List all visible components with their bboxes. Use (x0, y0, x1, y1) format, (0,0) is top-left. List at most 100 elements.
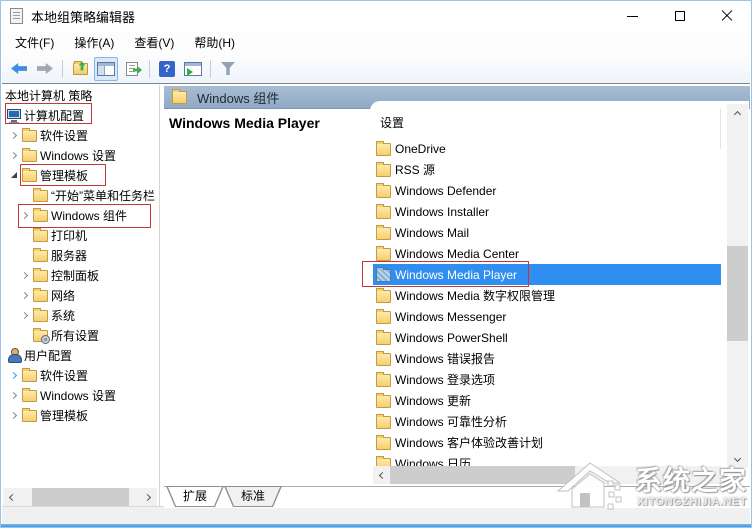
expand-arrow-icon[interactable] (19, 291, 30, 299)
tree-item[interactable]: 管理模板 (2, 405, 159, 425)
view-tab[interactable]: 扩展 (166, 486, 224, 507)
list-item-label: Windows Installer (395, 204, 490, 219)
expand-arrow-icon[interactable] (19, 271, 30, 279)
annotation-box-computer-configuration (5, 103, 92, 124)
list-item[interactable]: Windows 日历 (373, 453, 721, 466)
menu-item[interactable]: 文件(F) (5, 31, 64, 54)
close-button[interactable] (703, 1, 750, 31)
tree-item[interactable]: 控制面板 (2, 265, 159, 285)
maximize-button[interactable] (656, 1, 703, 31)
tree-item[interactable]: Windows 设置 (2, 385, 159, 405)
expand-arrow-icon[interactable] (8, 131, 19, 139)
list-item[interactable]: Windows Media 数字权限管理 (373, 285, 721, 306)
help-button[interactable] (155, 57, 179, 81)
menu-item[interactable]: 帮助(H) (184, 31, 245, 54)
tree-item[interactable]: “开始”菜单和任务栏 (2, 185, 159, 205)
scroll-down-button[interactable] (727, 451, 748, 468)
tree-item[interactable]: 本地计算机 策略 (2, 85, 159, 105)
menu-item[interactable]: 查看(V) (124, 31, 184, 54)
tree-horizontal-scrollbar[interactable] (3, 488, 157, 506)
toolbar-separator (62, 59, 63, 78)
list-item[interactable]: Windows 可靠性分析 (373, 411, 721, 432)
toolbar (2, 54, 750, 84)
folder-icon (376, 287, 391, 303)
show-action-pane-button[interactable] (181, 57, 205, 81)
tree-item-label: Windows 设置 (40, 388, 117, 403)
settings-column-header[interactable]: 设置 (380, 114, 404, 131)
collapse-arrow-icon[interactable] (8, 172, 19, 178)
list-item-label: Windows Media 数字权限管理 (395, 289, 556, 303)
list-item[interactable]: Windows Installer (373, 201, 721, 222)
tree-item[interactable]: 网络 (2, 285, 159, 305)
tree-item[interactable]: 打印机 (2, 225, 159, 245)
scroll-right-button[interactable] (140, 488, 157, 506)
list-item-label: Windows 登录选项 (395, 373, 496, 387)
export-list-button[interactable] (120, 57, 144, 81)
minimize-button[interactable] (609, 1, 656, 31)
tree-item[interactable]: Windows 设置 (2, 145, 159, 165)
tree-item[interactable]: 软件设置 (2, 125, 159, 145)
expand-arrow-icon[interactable] (8, 391, 19, 399)
view-tab-label: 标准 (225, 487, 281, 506)
scrollbar-thumb[interactable] (32, 488, 129, 506)
folder-icon (22, 387, 37, 402)
export-list-icon (126, 61, 138, 76)
scrollbar-track[interactable] (727, 121, 748, 451)
scrollbar-track[interactable] (20, 488, 140, 506)
tree-item[interactable]: 所有设置 (2, 325, 159, 345)
tree-item[interactable]: 系统 (2, 305, 159, 325)
scroll-left-button[interactable] (3, 488, 20, 506)
filter-button[interactable] (216, 57, 240, 81)
folder-icon (376, 140, 391, 156)
toolbar-separator (210, 59, 211, 78)
list-item[interactable]: Windows Mail (373, 222, 721, 243)
status-bar (2, 506, 750, 524)
list-item[interactable]: Windows 客户体验改善计划 (373, 432, 721, 453)
expand-arrow-icon[interactable] (8, 371, 19, 379)
show-console-tree-button[interactable] (94, 56, 118, 81)
folder-icon (376, 224, 391, 240)
list-item[interactable]: Windows Messenger (373, 306, 721, 327)
menu-item[interactable]: 操作(A) (64, 31, 124, 54)
expand-arrow-icon[interactable] (19, 311, 30, 319)
list-item[interactable]: Windows Defender (373, 180, 721, 201)
forward-button[interactable] (33, 57, 57, 81)
folder-icon (376, 245, 391, 261)
scrollbar-thumb[interactable] (727, 246, 748, 341)
back-button[interactable] (7, 57, 31, 81)
list-vertical-scrollbar[interactable] (727, 104, 748, 468)
list-item[interactable]: Windows 更新 (373, 390, 721, 411)
list-item-label: RSS 源 (395, 163, 436, 177)
settings-list: OneDrive RSS 源 Windows Defender Windows Ins… (373, 138, 721, 466)
expand-arrow-icon[interactable] (8, 411, 19, 419)
scroll-right-button[interactable] (704, 466, 721, 484)
scroll-left-button[interactable] (373, 466, 390, 484)
list-item[interactable]: Windows 登录选项 (373, 369, 721, 390)
view-tab[interactable]: 标准 (224, 486, 282, 507)
list-item-label: Windows 错误报告 (395, 352, 496, 366)
tree-item[interactable]: 服务器 (2, 245, 159, 265)
close-icon (721, 10, 733, 22)
scroll-up-button[interactable] (727, 104, 748, 121)
tree-item[interactable]: 用户配置 (2, 345, 159, 365)
list-item[interactable]: Windows 错误报告 (373, 348, 721, 369)
list-item[interactable]: RSS 源 (373, 159, 721, 180)
toolbar-separator (149, 59, 150, 78)
minimize-icon (627, 15, 638, 17)
window-bottom-border (1, 524, 751, 527)
tree-item[interactable]: 软件设置 (2, 365, 159, 385)
list-item-label: Windows Messenger (395, 309, 507, 324)
annotation-box-windows-components (18, 204, 151, 228)
scrollbar-thumb[interactable] (390, 466, 575, 484)
tree-item-label: 打印机 (51, 228, 88, 243)
up-one-level-button[interactable] (68, 57, 92, 81)
list-item-label: Windows 可靠性分析 (395, 415, 508, 429)
scrollbar-track[interactable] (390, 466, 704, 484)
list-horizontal-scrollbar[interactable] (373, 466, 721, 484)
chevron-right-icon (707, 471, 716, 479)
main-area: 本地计算机 策略 计算机配置 软件设置 Windows 设置 管理模板 “开始”菜单和任务… (2, 85, 750, 508)
user-icon (7, 347, 22, 363)
list-item[interactable]: OneDrive (373, 138, 721, 159)
expand-arrow-icon[interactable] (8, 151, 19, 159)
list-item[interactable]: Windows PowerShell (373, 327, 721, 348)
